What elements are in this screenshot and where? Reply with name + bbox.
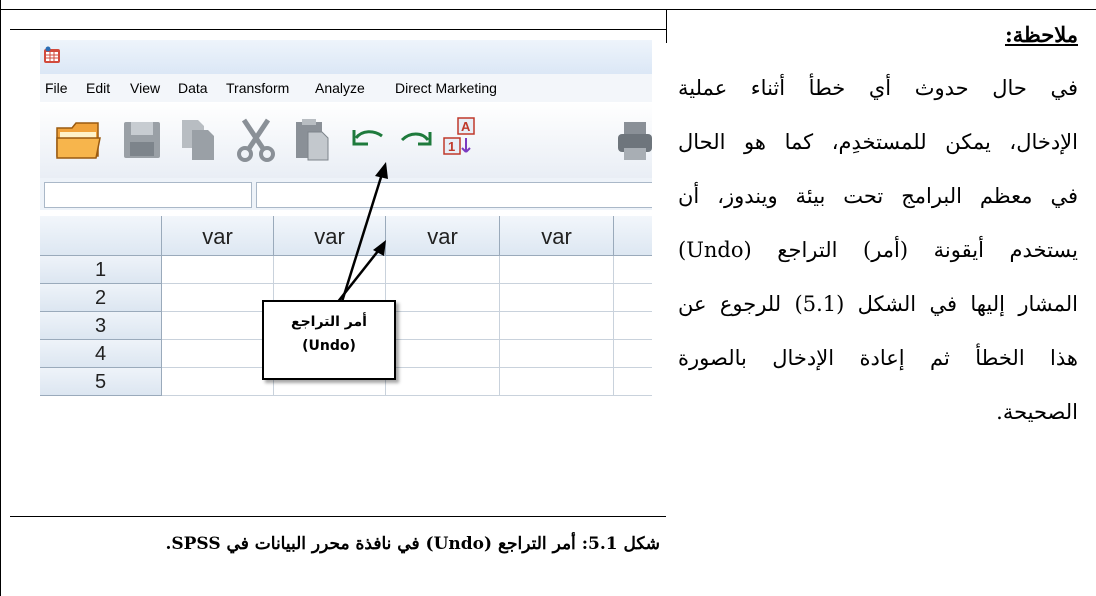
cut-icon[interactable] — [236, 116, 276, 164]
column-header[interactable]: var — [500, 216, 614, 256]
note-line: في حال حدوث أي خطأ أثناء عملية — [678, 76, 1078, 100]
grid-cell[interactable] — [500, 312, 614, 340]
note-line: الإدخال، يمكن للمستخدِم، كما هو الحال — [678, 130, 1078, 154]
grid-cell[interactable] — [386, 340, 500, 368]
save-icon[interactable] — [120, 116, 164, 164]
callout-subtitle: (Undo) — [302, 338, 356, 354]
grid-cell[interactable] — [162, 368, 274, 396]
spss-app-icon — [44, 46, 60, 63]
undo-callout: أمر التراجع (Undo) — [262, 300, 396, 380]
callout-title: أمر التراجع — [291, 314, 367, 330]
left-border — [0, 0, 1, 596]
grid-cell[interactable] — [162, 284, 274, 312]
top-rule — [0, 9, 1096, 10]
menu-bar: File Edit View Data Transform Analyze Di… — [40, 74, 652, 102]
grid-cell[interactable] — [162, 312, 274, 340]
undo-icon[interactable] — [348, 116, 388, 164]
row-header[interactable]: 3 — [40, 312, 162, 340]
title-bar — [40, 40, 652, 74]
variable-label-icon[interactable]: A 1 — [442, 116, 482, 164]
print-icon[interactable] — [616, 116, 652, 164]
grid-cell[interactable] — [386, 312, 500, 340]
menu-file[interactable]: File — [45, 80, 68, 96]
figure-caption: شكل 5.1: أمر التراجع (Undo) في نافذة محر… — [165, 534, 660, 554]
cell-reference-field[interactable] — [44, 182, 252, 208]
menu-analyze[interactable]: Analyze — [315, 80, 365, 96]
note-block: ملاحظة: في حال حدوث أي خطأ أثناء عملية ا… — [678, 14, 1078, 439]
cell-value-field[interactable] — [256, 182, 652, 208]
grid-cell[interactable] — [614, 256, 652, 284]
note-line: المشار إليها في الشكل (5.1) للرجوع عن — [678, 292, 1078, 316]
column-header[interactable]: var — [162, 216, 274, 256]
note-title: ملاحظة: — [1005, 22, 1078, 47]
grid-cell[interactable] — [500, 368, 614, 396]
menu-transform[interactable]: Transform — [226, 80, 289, 96]
row-header[interactable]: 1 — [40, 256, 162, 284]
svg-text:A: A — [461, 119, 471, 134]
note-line: في معظم البرامج تحت بيئة ويندوز، أن — [678, 184, 1078, 208]
svg-text:1: 1 — [448, 139, 455, 154]
grid-cell[interactable] — [614, 284, 652, 312]
note-line: يستخدم أيقونة (أمر) التراجع (Undo) — [678, 238, 1078, 262]
figure-divider — [666, 9, 667, 43]
grid-cell[interactable] — [500, 340, 614, 368]
grid-cell[interactable] — [614, 368, 652, 396]
figure-top-rule — [10, 29, 666, 30]
column-header[interactable] — [614, 216, 652, 256]
grid-cell[interactable] — [500, 256, 614, 284]
figure-frame: File Edit View Data Transform Analyze Di… — [0, 0, 1096, 596]
figure-bottom-rule — [10, 516, 666, 517]
grid-cell[interactable] — [162, 340, 274, 368]
grid-cell[interactable] — [614, 340, 652, 368]
grid-cell[interactable] — [500, 284, 614, 312]
menu-edit[interactable]: Edit — [86, 80, 110, 96]
redo-icon[interactable] — [396, 116, 436, 164]
grid-cell[interactable] — [614, 312, 652, 340]
menu-view[interactable]: View — [130, 80, 160, 96]
paste-icon[interactable] — [290, 116, 334, 164]
grid-cell[interactable] — [386, 368, 500, 396]
row-header[interactable]: 2 — [40, 284, 162, 312]
copy-icon[interactable] — [176, 116, 220, 164]
note-line: هذا الخطأ ثم إعادة الإدخال بالصورة — [678, 346, 1078, 370]
open-folder-icon[interactable] — [54, 116, 104, 164]
grid-cell[interactable] — [162, 256, 274, 284]
menu-data[interactable]: Data — [178, 80, 208, 96]
corner-header[interactable] — [40, 216, 162, 256]
note-line: الصحيحة. — [996, 400, 1078, 424]
row-header[interactable]: 4 — [40, 340, 162, 368]
undo-pointer-arrow — [338, 162, 388, 309]
row-header[interactable]: 5 — [40, 368, 162, 396]
menu-direct-marketing[interactable]: Direct Marketing — [395, 80, 497, 96]
